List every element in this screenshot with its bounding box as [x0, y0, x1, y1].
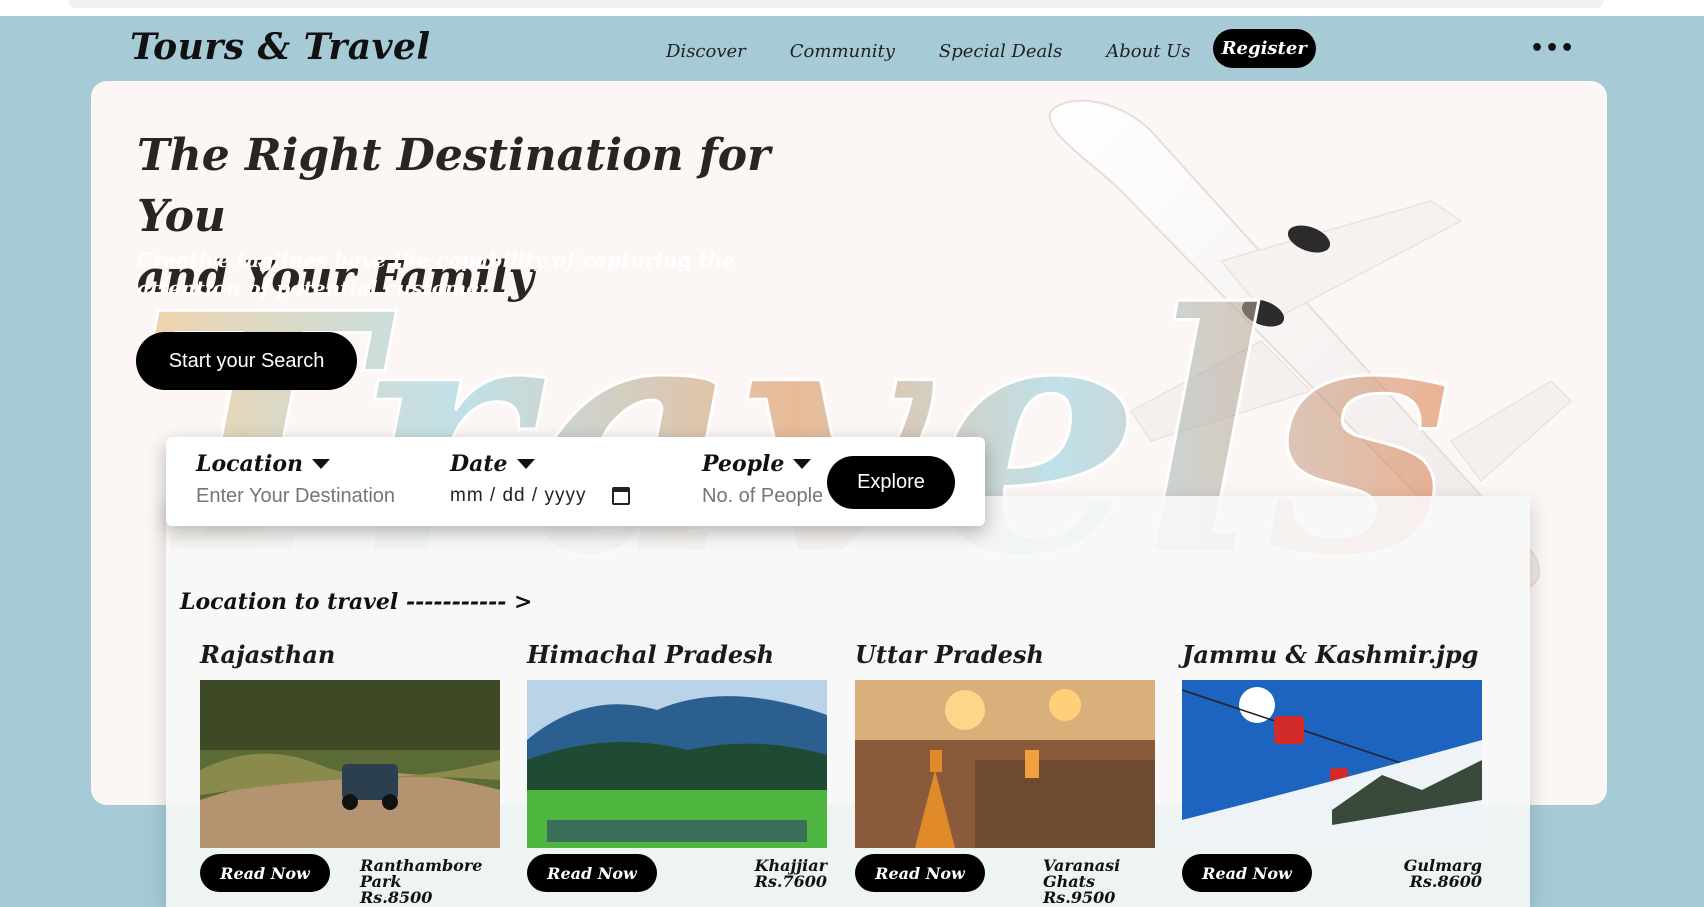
hero-tagline: Creative taglines have the capability of…: [137, 248, 736, 300]
place-price: Rs.8500: [360, 888, 433, 907]
date-label: Date: [450, 451, 508, 477]
location-caret-icon: [311, 459, 330, 469]
explore-button[interactable]: Explore: [827, 456, 955, 509]
place-name: Varanasi Ghats: [1043, 856, 1121, 891]
card-place-info: Varanasi Ghats Rs.9500: [1043, 858, 1155, 906]
location-field: Location: [196, 451, 426, 508]
card-image-himachal: [527, 680, 827, 848]
date-input[interactable]: mm / dd / yyyy: [450, 485, 631, 507]
read-now-button[interactable]: Read Now: [1182, 854, 1312, 892]
location-card-rajasthan: Rajasthan Read Now Ranthambore Park Rs.8…: [200, 640, 500, 906]
calendar-icon[interactable]: [612, 487, 631, 505]
nav-community[interactable]: Community: [790, 41, 895, 62]
location-card-himachal: Himachal Pradesh Read Now Khajjiar Rs.76…: [527, 640, 827, 904]
place-name: Ranthambore Park: [360, 856, 483, 891]
search-bar: Location Date mm / dd / yyyy People Expl…: [166, 437, 985, 526]
nav-discover[interactable]: Discover: [666, 41, 746, 62]
card-image-jammu-kashmir: [1182, 680, 1482, 848]
date-caret-icon: [516, 459, 535, 469]
top-strip-inner: [68, 0, 1604, 8]
card-title: Himachal Pradesh: [527, 640, 775, 669]
more-menu-icon[interactable]: •••: [1530, 36, 1575, 61]
people-field: People: [702, 451, 822, 508]
register-button[interactable]: Register: [1212, 29, 1316, 68]
brand-logo[interactable]: Tours & Travel: [130, 26, 431, 68]
date-field: Date mm / dd / yyyy: [450, 451, 631, 507]
start-search-button[interactable]: Start your Search: [136, 332, 357, 390]
card-place-info: Ranthambore Park Rs.8500: [360, 858, 500, 906]
place-price: Rs.7600: [754, 872, 827, 891]
browser-top-strip: [0, 0, 1704, 16]
nav-about-us[interactable]: About Us: [1106, 41, 1190, 62]
place-price: Rs.8600: [1409, 872, 1482, 891]
people-caret-icon: [793, 459, 812, 469]
people-label: People: [702, 451, 785, 477]
place-price: Rs.9500: [1043, 888, 1116, 907]
read-now-button[interactable]: Read Now: [855, 854, 985, 892]
card-title: Rajasthan: [200, 640, 336, 669]
locations-heading: Location to travel ----------- >: [180, 589, 533, 615]
location-label: Location: [196, 451, 303, 477]
date-value: mm / dd / yyyy: [450, 485, 587, 506]
card-place-info: Gulmarg Rs.8600: [1404, 858, 1482, 890]
card-title: Uttar Pradesh: [855, 640, 1044, 669]
card-image-rajasthan: [200, 680, 500, 848]
card-place-info: Khajjiar Rs.7600: [755, 858, 827, 890]
date-dropdown[interactable]: Date: [450, 451, 630, 477]
read-now-button[interactable]: Read Now: [200, 854, 330, 892]
location-card-uttar-pradesh: Uttar Pradesh Read Now Varanasi Ghats Rs…: [855, 640, 1155, 906]
nav-special-deals[interactable]: Special Deals: [939, 41, 1062, 62]
location-dropdown[interactable]: Location: [196, 451, 426, 477]
card-image-uttar-pradesh: [855, 680, 1155, 848]
people-dropdown[interactable]: People: [702, 451, 822, 477]
card-title: Jammu & Kashmir.jpg: [1182, 640, 1479, 669]
read-now-button[interactable]: Read Now: [527, 854, 657, 892]
headline-line-1: The Right Destination for You: [137, 130, 771, 242]
main-nav: Discover Community Special Deals About U…: [666, 29, 1316, 68]
location-input[interactable]: [196, 485, 426, 508]
location-card-jammu-kashmir: Jammu & Kashmir.jpg Read Now Gulmarg Rs.…: [1182, 640, 1482, 904]
people-input[interactable]: [702, 485, 822, 508]
